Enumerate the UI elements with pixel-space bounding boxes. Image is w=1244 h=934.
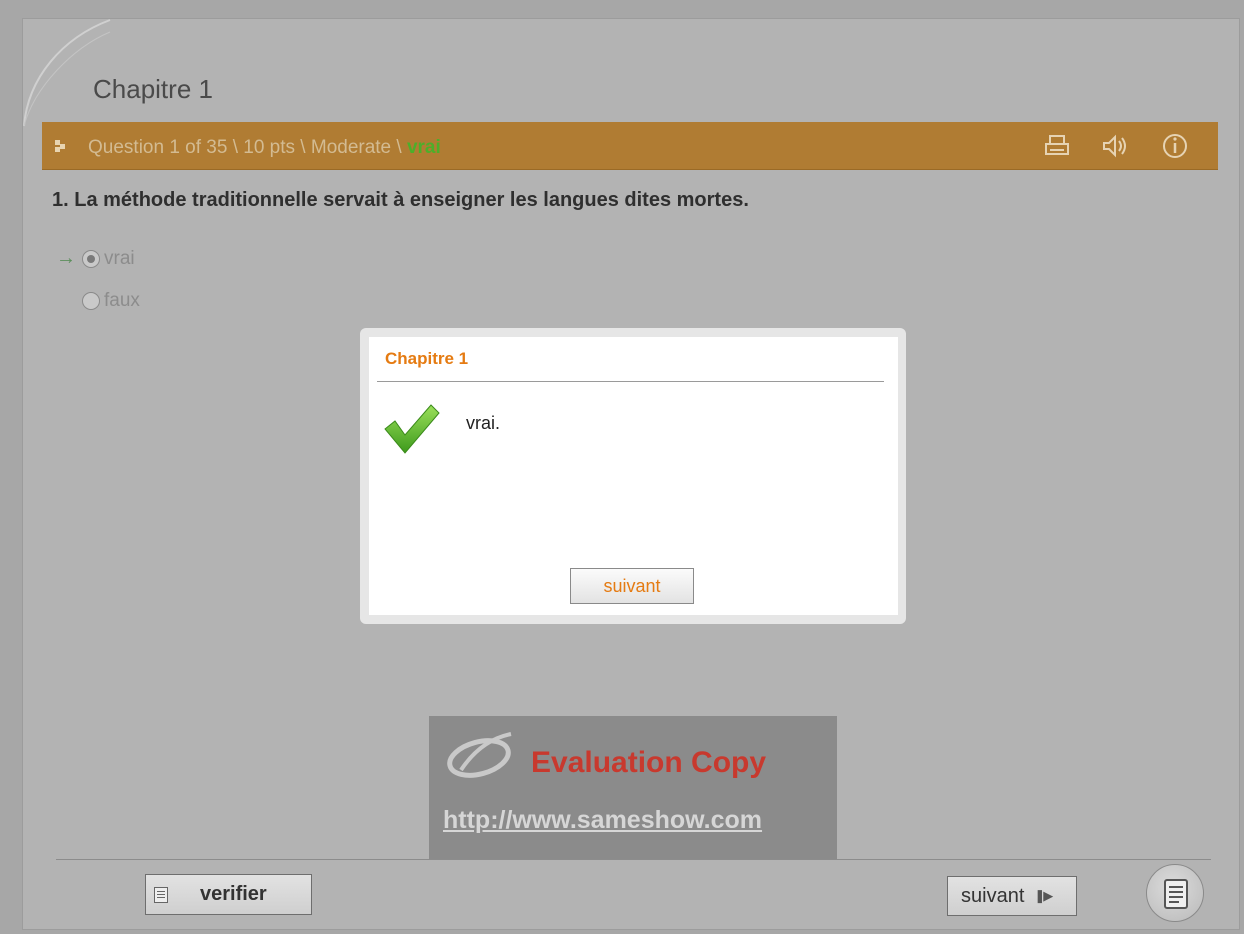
radio-button[interactable] <box>82 249 100 268</box>
question-info-bar: Question 1 of 35 \ 10 pts \ Moderate \ v… <box>42 122 1218 170</box>
question-text: 1. La méthode traditionnelle servait à e… <box>52 189 749 211</box>
arrow-right-icon: → <box>56 247 76 269</box>
next-button[interactable]: suivant ❚▶ <box>947 876 1077 916</box>
question-info: Question 1 of 35 \ 10 pts \ Moderate \ v… <box>88 137 441 159</box>
watermark-text: Evaluation Copy <box>531 746 767 779</box>
watermark-url: http://www.sameshow.com <box>443 806 763 834</box>
option-label: faux <box>104 290 140 311</box>
verify-label: verifier <box>200 883 267 905</box>
feedback-dialog: Chapitre 1 vrai. suivant <box>369 337 898 615</box>
notes-button[interactable] <box>1146 864 1204 922</box>
speaker-icon[interactable] <box>1099 132 1129 160</box>
checkmark-icon <box>384 404 440 454</box>
option-faux[interactable]: faux <box>56 290 140 312</box>
footer-divider <box>56 859 1211 860</box>
dialog-next-button[interactable]: suivant <box>570 568 694 604</box>
info-icon[interactable] <box>1160 132 1190 160</box>
answer-status: vrai <box>406 137 441 158</box>
print-icon[interactable] <box>1042 132 1072 160</box>
sameshow-logo-icon <box>447 732 512 778</box>
bullet-icon <box>55 140 65 152</box>
play-icon: ❚▶ <box>1034 888 1053 903</box>
document-icon <box>154 886 168 903</box>
option-vrai[interactable]: → vrai <box>56 247 135 270</box>
dialog-divider <box>377 381 884 382</box>
radio-button[interactable] <box>82 292 100 310</box>
evaluation-watermark: Evaluation Copy http://www.sameshow.com <box>429 716 837 860</box>
dialog-message: vrai. <box>466 413 501 433</box>
page-title: Chapitre 1 <box>93 74 213 104</box>
page-curl-decoration <box>23 19 111 127</box>
verify-button[interactable]: verifier <box>145 874 312 915</box>
question-meta: Question 1 of 35 \ 10 pts \ Moderate \ <box>88 137 407 158</box>
dialog-title: Chapitre 1 <box>385 349 469 368</box>
next-label: suivant <box>961 884 1025 907</box>
notes-icon <box>1164 879 1188 909</box>
option-label: vrai <box>104 247 135 269</box>
